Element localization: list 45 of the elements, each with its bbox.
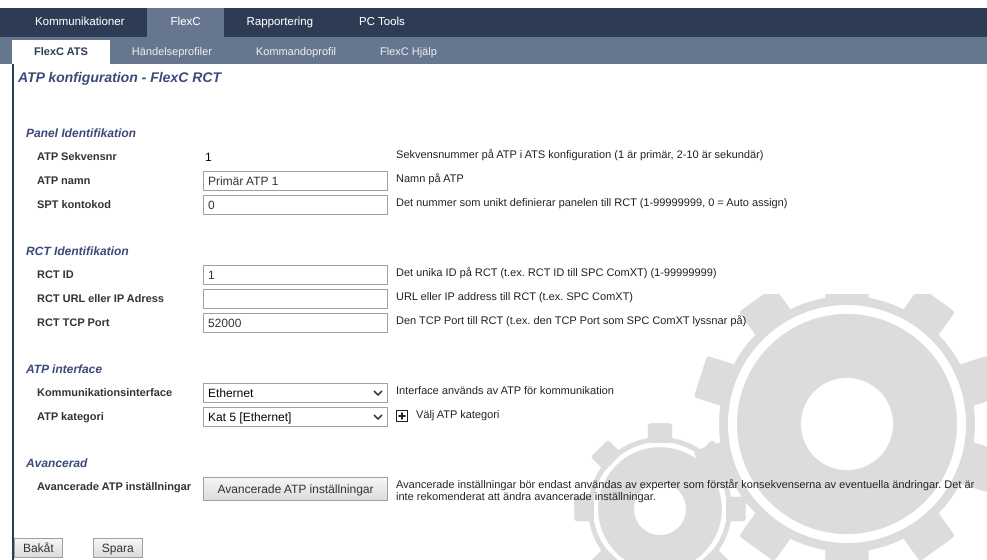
field-description: Välj ATP kategori	[416, 409, 500, 421]
field-description: Sekvensnummer på ATP i ATS konfiguration (1 är primär, 2-10 är sekundär)	[396, 149, 764, 161]
section-heading: RCT Identifikation	[25, 243, 130, 260]
footer-button[interactable]: Spara	[92, 538, 143, 558]
field-label: Kommunikationsinterface	[36, 386, 174, 401]
field-label: RCT ID	[36, 268, 75, 283]
nav-tab[interactable]: Kommunikationer	[12, 8, 148, 37]
field-description: Det nummer som unikt definierar panelen till RCT (1-99999999, 0 = Auto assign)	[396, 197, 788, 209]
sub-tab[interactable]: Händelseprofiler	[110, 40, 234, 64]
input-field[interactable]: Primär ATP 1	[203, 171, 388, 191]
field-description: Namn på ATP	[396, 173, 464, 185]
section-heading: Avancerad	[24, 455, 88, 472]
field-description: Avancerade inställningar bör endast användas av experter som förstår konsekvenserna av eventuella ändringar. Det är inte rekomenderat att ändra avancerade inställningar.	[396, 479, 975, 503]
sequence-value: 1	[204, 148, 213, 166]
input-field[interactable]	[203, 289, 388, 309]
nav-tab[interactable]: PC Tools	[336, 8, 428, 37]
input-field[interactable]: 52000	[203, 313, 388, 333]
input-field[interactable]: 1	[203, 265, 388, 285]
chevron-down-icon	[373, 390, 383, 396]
page-title: ATP konfiguration - FlexC RCT	[16, 68, 223, 87]
sub-tab[interactable]: FlexC ATS	[12, 40, 110, 64]
input-field[interactable]: 0	[203, 195, 388, 215]
field-label: Avancerade ATP inställningar	[36, 480, 192, 495]
plus-icon[interactable]	[396, 410, 408, 422]
nav-tab[interactable]: FlexC	[147, 8, 224, 37]
field-label: RCT TCP Port	[36, 316, 111, 331]
field-description: Interface används av ATP för kommunikation	[396, 385, 614, 397]
footer-button[interactable]: Bakåt	[14, 538, 63, 558]
field-label: RCT URL eller IP Adress	[36, 292, 165, 307]
nav-tab[interactable]: Rapportering	[224, 8, 336, 37]
dropdown[interactable]: Ethernet	[203, 383, 388, 403]
field-label: ATP Sekvensnr	[36, 150, 118, 165]
field-label: SPT kontokod	[36, 198, 112, 213]
field-label: ATP namn	[36, 174, 92, 189]
section-heading: ATP interface	[24, 361, 104, 378]
sub-tab[interactable]: FlexC Hjälp	[358, 40, 459, 64]
field-label: ATP kategori	[36, 410, 105, 425]
chevron-down-icon	[373, 414, 383, 420]
field-description: Den TCP Port till RCT (t.ex. den TCP Port som SPC ComXT lyssnar på)	[396, 315, 746, 327]
advanced-settings-button[interactable]: Avancerade ATP inställningar	[203, 477, 388, 501]
field-description: Det unika ID på RCT (t.ex. RCT ID till SPC ComXT) (1-99999999)	[396, 267, 717, 279]
field-description: URL eller IP address till RCT (t.ex. SPC ComXT)	[396, 291, 633, 303]
dropdown[interactable]: Kat 5 [Ethernet]	[203, 407, 388, 427]
sub-tab[interactable]: Kommandoprofil	[234, 40, 358, 64]
section-heading: Panel Identifikation	[25, 125, 138, 142]
